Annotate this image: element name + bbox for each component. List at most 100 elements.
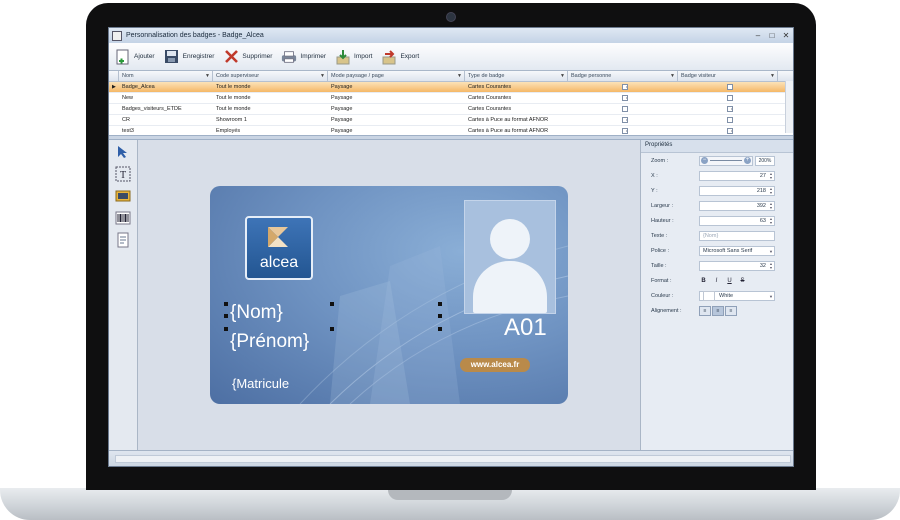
column-header-visiteur[interactable]: Badge visiteur ▼ bbox=[678, 71, 778, 81]
zoom-out-icon[interactable]: − bbox=[701, 157, 708, 164]
close-button[interactable]: ✕ bbox=[779, 31, 793, 40]
grid-scrollbar[interactable] bbox=[785, 81, 793, 133]
resize-handle[interactable] bbox=[438, 314, 442, 318]
checkbox-visiteur[interactable] bbox=[726, 84, 733, 90]
resize-handle[interactable] bbox=[224, 314, 228, 318]
document-tool-icon[interactable] bbox=[115, 232, 131, 248]
checkbox-visiteur[interactable]: ✓ bbox=[726, 128, 733, 134]
chevron-down-icon: ▼ bbox=[769, 293, 773, 299]
checkbox-visiteur[interactable] bbox=[726, 95, 733, 101]
minimize-button[interactable]: – bbox=[751, 31, 765, 40]
zoom-in-icon[interactable]: + bbox=[744, 157, 751, 164]
spinner-icon[interactable]: ▲▼ bbox=[769, 202, 773, 210]
cell-visiteur bbox=[678, 115, 778, 125]
zoom-label: Zoom : bbox=[651, 157, 669, 164]
property-input[interactable]: 27 ▲▼ bbox=[699, 170, 775, 181]
alignement-label: Alignement : bbox=[651, 307, 682, 314]
resize-handle[interactable] bbox=[224, 302, 228, 306]
add-button[interactable]: Ajouter bbox=[115, 49, 155, 65]
align-center-icon[interactable]: ≡ bbox=[712, 305, 724, 316]
filter-icon[interactable]: ▼ bbox=[320, 73, 325, 79]
checkbox-personne[interactable]: ✓ bbox=[621, 117, 628, 123]
bold-button[interactable]: B bbox=[699, 276, 708, 285]
delete-button[interactable]: Supprimer bbox=[223, 49, 272, 65]
horizontal-scrollbar[interactable] bbox=[115, 455, 791, 463]
checkbox-visiteur[interactable]: ✓ bbox=[726, 106, 733, 112]
resize-handle[interactable] bbox=[330, 327, 334, 331]
field-nom[interactable]: {Nom} bbox=[230, 302, 283, 324]
column-header-code[interactable]: Code superviseur ▼ bbox=[213, 71, 328, 81]
table-row[interactable]: Badges_visiteurs_ETDE Tout le monde Paysag… bbox=[109, 104, 793, 115]
barcode-tool-icon[interactable] bbox=[115, 210, 131, 226]
spinner-icon[interactable]: ▲▼ bbox=[769, 262, 773, 270]
row-indicator bbox=[109, 93, 119, 103]
spinner-icon[interactable]: ▲▼ bbox=[769, 187, 773, 195]
zoom-slider[interactable]: − + bbox=[699, 155, 753, 166]
spinner-icon[interactable]: ▲▼ bbox=[769, 217, 773, 225]
property-input[interactable]: 32 ▲▼ bbox=[699, 260, 775, 271]
resize-handle[interactable] bbox=[438, 302, 442, 306]
cell-visiteur: ✓ bbox=[678, 104, 778, 114]
field-code[interactable]: A01 bbox=[504, 314, 547, 342]
strikethrough-button[interactable]: S bbox=[738, 276, 747, 285]
print-button[interactable]: Imprimer bbox=[281, 49, 326, 65]
row-indicator-header bbox=[109, 71, 119, 81]
underline-button[interactable]: U bbox=[725, 276, 734, 285]
column-header-mode[interactable]: Mode paysage / page ▼ bbox=[328, 71, 465, 81]
property-label: Hauteur : bbox=[651, 217, 674, 224]
text-tool-icon[interactable]: T bbox=[115, 166, 131, 182]
import-button[interactable]: Import bbox=[335, 49, 372, 65]
checkbox-personne[interactable]: ✓ bbox=[621, 84, 628, 90]
image-tool-icon[interactable] bbox=[115, 188, 131, 204]
app-icon bbox=[112, 30, 122, 41]
cell-code: Tout le monde bbox=[216, 95, 251, 101]
alignement-row: Alignement : ≡ ≡ ≡ bbox=[641, 303, 793, 318]
table-row[interactable]: CR Showroom 1 Paysage Cartes à Puce au form… bbox=[109, 115, 793, 126]
property-input[interactable]: 392 ▲▼ bbox=[699, 200, 775, 211]
photo-placeholder[interactable] bbox=[464, 200, 556, 314]
property-input[interactable]: 63 ▲▼ bbox=[699, 215, 775, 226]
select-arrow-icon[interactable] bbox=[115, 144, 131, 160]
couleur-row: Couleur : White ▼ bbox=[641, 288, 793, 303]
table-row[interactable]: ▶ Badge_Alcea Tout le monde Paysage Cartes C… bbox=[109, 82, 793, 93]
property-input[interactable]: {Nom} bbox=[699, 230, 775, 241]
cell-personne: ✓ bbox=[568, 82, 678, 92]
italic-button[interactable]: I bbox=[712, 276, 721, 285]
resize-handle[interactable] bbox=[224, 327, 228, 331]
import-icon bbox=[335, 49, 351, 65]
resize-handle[interactable] bbox=[438, 327, 442, 331]
cell-mode: Paysage bbox=[331, 84, 353, 90]
align-left-icon[interactable]: ≡ bbox=[699, 305, 711, 316]
column-header-type[interactable]: Type de badge ▼ bbox=[465, 71, 568, 81]
spinner-icon[interactable]: ▲▼ bbox=[769, 172, 773, 180]
checkbox-personne[interactable] bbox=[621, 106, 628, 112]
maximize-button[interactable]: □ bbox=[765, 31, 779, 40]
zoom-value: 200% bbox=[755, 155, 775, 166]
export-button[interactable]: Export bbox=[381, 49, 419, 65]
filter-icon[interactable]: ▼ bbox=[457, 73, 462, 79]
column-header-nom[interactable]: Nom ▼ bbox=[119, 71, 213, 81]
align-right-icon[interactable]: ≡ bbox=[725, 305, 737, 316]
filter-icon[interactable]: ▼ bbox=[770, 73, 775, 79]
column-header-personne[interactable]: Badge personne ▼ bbox=[568, 71, 678, 81]
filter-icon[interactable]: ▼ bbox=[205, 73, 210, 79]
color-select[interactable]: White ▼ bbox=[699, 290, 775, 301]
filter-icon[interactable]: ▼ bbox=[560, 73, 565, 79]
filter-icon[interactable]: ▼ bbox=[670, 73, 675, 79]
resize-handle[interactable] bbox=[330, 302, 334, 306]
checkbox-personne[interactable]: ✓ bbox=[621, 95, 628, 101]
design-canvas[interactable]: alcea {Nom} {Prénom} {Matricule A01 www.… bbox=[138, 140, 640, 450]
field-prenom[interactable]: {Prénom} bbox=[230, 331, 309, 353]
table-row[interactable]: New Tout le monde Paysage Cartes Courantes ✓ bbox=[109, 93, 793, 104]
checkbox-visiteur[interactable] bbox=[726, 117, 733, 123]
field-matricule[interactable]: {Matricule bbox=[232, 376, 289, 391]
column-label: Code superviseur bbox=[216, 73, 260, 79]
font-select[interactable]: Microsoft Sans Serif ▼ bbox=[699, 245, 775, 256]
save-button[interactable]: Enregistrer bbox=[164, 49, 214, 65]
checkbox-personne[interactable]: ✓ bbox=[621, 128, 628, 134]
cell-type: Cartes Courantes bbox=[468, 95, 512, 101]
property-input[interactable]: 218 ▲▼ bbox=[699, 185, 775, 196]
chevron-down-icon[interactable]: ▼ bbox=[769, 249, 773, 254]
property-row: Taille : 32 ▲▼ bbox=[641, 258, 793, 273]
cell-personne: ✓ bbox=[568, 115, 678, 125]
